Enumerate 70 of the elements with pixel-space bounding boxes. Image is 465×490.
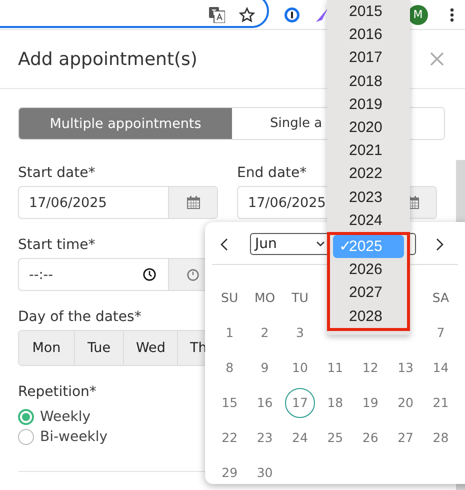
calendar-day[interactable]: 15 — [212, 385, 248, 420]
year-option[interactable]: 2018 — [327, 70, 410, 93]
year-option[interactable]: 2023 — [327, 186, 410, 209]
calendar-day[interactable]: 13 — [388, 350, 424, 385]
field-label: Start date* — [18, 165, 96, 181]
year-option[interactable]: 2016 — [327, 23, 410, 46]
field-label: End date* — [237, 165, 307, 181]
calendar-day[interactable]: 28 — [423, 420, 458, 455]
year-option[interactable]: 2026 — [330, 258, 407, 282]
dialog-title: Add appointment(s) — [18, 48, 198, 70]
previous-month-icon[interactable] — [220, 238, 228, 250]
year-option[interactable]: 2024 — [327, 208, 410, 232]
field-label: Day of the dates* — [18, 309, 142, 325]
calendar-day[interactable]: 12 — [352, 350, 388, 385]
extension-icon[interactable] — [284, 6, 300, 22]
calendar-day[interactable]: 1 — [212, 315, 248, 350]
calendar-day[interactable]: 19 — [352, 385, 388, 420]
calendar-day[interactable]: 23 — [247, 420, 282, 455]
mode-tab[interactable]: Multiple appointments — [19, 108, 232, 139]
field-label: Start time* — [18, 237, 96, 253]
year-option[interactable]: 2027 — [330, 281, 407, 304]
radio-button[interactable] — [18, 409, 34, 425]
weekday-header: SU — [220, 289, 240, 307]
year-option[interactable]: 2017 — [327, 46, 410, 70]
calendar-icon — [186, 196, 200, 209]
profile-avatar[interactable]: M — [408, 4, 428, 24]
weekday-header: MO — [253, 289, 276, 307]
calendar-day[interactable]: 9 — [247, 350, 282, 385]
year-option[interactable]: 2019 — [327, 92, 410, 116]
calendar-day[interactable]: 30 — [247, 455, 282, 490]
calendar-day[interactable]: 16 — [247, 385, 282, 420]
field-label: Repetition* — [18, 384, 96, 400]
date-field[interactable]: 17/06/2025 — [18, 186, 218, 219]
clock-icon — [143, 268, 156, 281]
weekday-button[interactable]: Wed — [124, 331, 178, 365]
calendar-day[interactable]: 2 — [247, 315, 282, 350]
calendar-day[interactable]: 8 — [212, 350, 248, 385]
more-menu-icon[interactable] — [450, 8, 454, 22]
translate-icon[interactable] — [209, 6, 225, 22]
weekday-button[interactable]: Tue — [75, 331, 124, 365]
year-option[interactable]: 2021 — [327, 139, 410, 162]
weekday-header: SA — [431, 289, 450, 307]
calendar-day[interactable]: 18 — [318, 385, 353, 420]
radio-label: Bi-weekly — [40, 429, 108, 445]
calendar-day[interactable]: 25 — [318, 420, 353, 455]
calendar-day[interactable]: 26 — [352, 420, 388, 455]
calendar-day[interactable]: 20 — [388, 385, 424, 420]
next-month-icon[interactable] — [436, 238, 444, 250]
weekday-header: TU — [290, 289, 310, 307]
radio-label: Weekly — [40, 409, 91, 425]
year-option[interactable]: 2015 — [327, 0, 410, 24]
year-option[interactable]: 2020 — [327, 116, 410, 140]
calendar-day[interactable]: 24 — [282, 420, 318, 455]
weekday-button[interactable]: Mon — [19, 331, 75, 365]
calendar-day[interactable]: 11 — [318, 350, 353, 385]
year-option[interactable]: 2022 — [327, 162, 410, 186]
chevron-icon — [316, 241, 325, 247]
radio-button[interactable] — [18, 429, 34, 445]
calendar-day[interactable]: 29 — [212, 455, 248, 490]
calendar-day[interactable]: 22 — [212, 420, 248, 455]
star-icon[interactable] — [239, 6, 255, 22]
calendar-day[interactable]: 21 — [423, 385, 458, 420]
calendar-day[interactable]: 14 — [423, 350, 458, 385]
calendar-day[interactable]: 27 — [388, 420, 424, 455]
clock-icon — [187, 268, 199, 280]
calendar-day[interactable]: 3 — [282, 315, 318, 350]
year-option[interactable]: 2028 — [330, 304, 407, 328]
year-option[interactable]: ✓2025 — [333, 234, 404, 258]
calendar-day[interactable]: 7 — [423, 315, 458, 350]
calendar-day[interactable]: 10 — [282, 350, 318, 385]
